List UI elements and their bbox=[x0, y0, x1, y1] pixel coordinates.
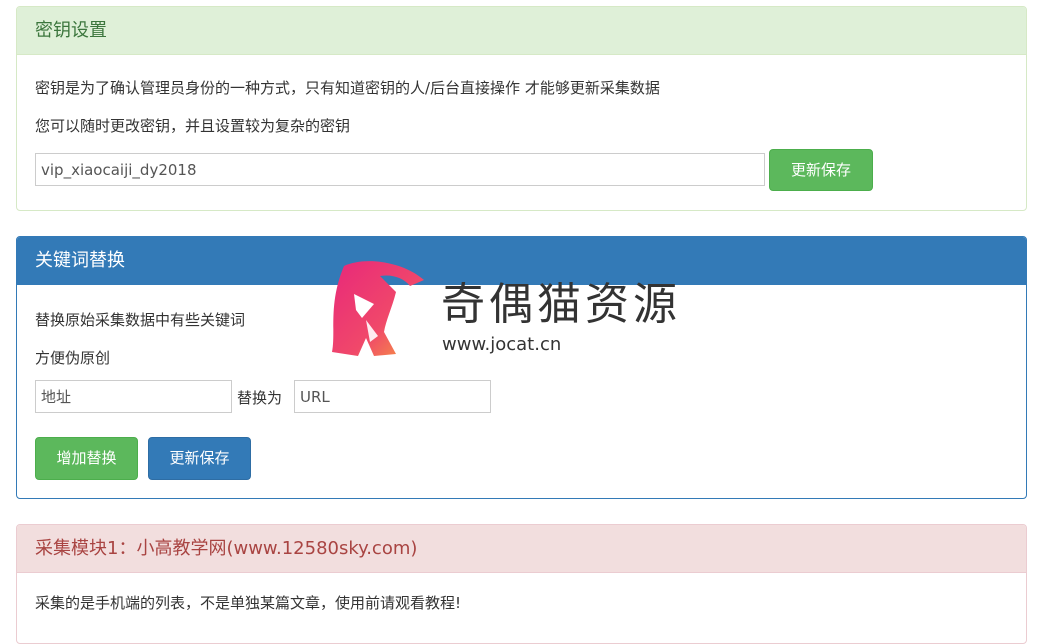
replace-with-label: 替换为 bbox=[237, 389, 283, 407]
keyword-replace-panel: 关键词替换 替换原始采集数据中有些关键词 方便伪原创 替换为 增加替换 更新保存 bbox=[16, 236, 1027, 499]
keyword-desc-1: 替换原始采集数据中有些关键词 bbox=[35, 311, 246, 329]
keyword-desc-2: 方便伪原创 bbox=[35, 349, 111, 367]
key-settings-title: 密钥设置 bbox=[17, 7, 1026, 55]
replace-from-input[interactable] bbox=[35, 380, 232, 413]
replace-to-input[interactable] bbox=[294, 380, 491, 413]
collect-module-title: 采集模块1：小高教学网(www.12580sky.com) bbox=[17, 525, 1026, 573]
key-save-button[interactable]: 更新保存 bbox=[769, 149, 873, 191]
collect-module-panel: 采集模块1：小高教学网(www.12580sky.com) 采集的是手机端的列表… bbox=[16, 524, 1027, 644]
key-desc-1: 密钥是为了确认管理员身份的一种方式，只有知道密钥的人/后台直接操作 才能够更新采… bbox=[35, 79, 660, 97]
key-desc-2: 您可以随时更改密钥，并且设置较为复杂的密钥 bbox=[35, 117, 351, 135]
key-settings-panel: 密钥设置 密钥是为了确认管理员身份的一种方式，只有知道密钥的人/后台直接操作 才… bbox=[16, 6, 1027, 211]
secret-key-input[interactable] bbox=[35, 153, 765, 186]
collect-module-desc: 采集的是手机端的列表，不是单独某篇文章，使用前请观看教程! bbox=[35, 594, 462, 612]
keyword-replace-title: 关键词替换 bbox=[17, 237, 1026, 285]
keyword-save-button[interactable]: 更新保存 bbox=[148, 437, 251, 480]
add-replace-button[interactable]: 增加替换 bbox=[35, 437, 138, 480]
